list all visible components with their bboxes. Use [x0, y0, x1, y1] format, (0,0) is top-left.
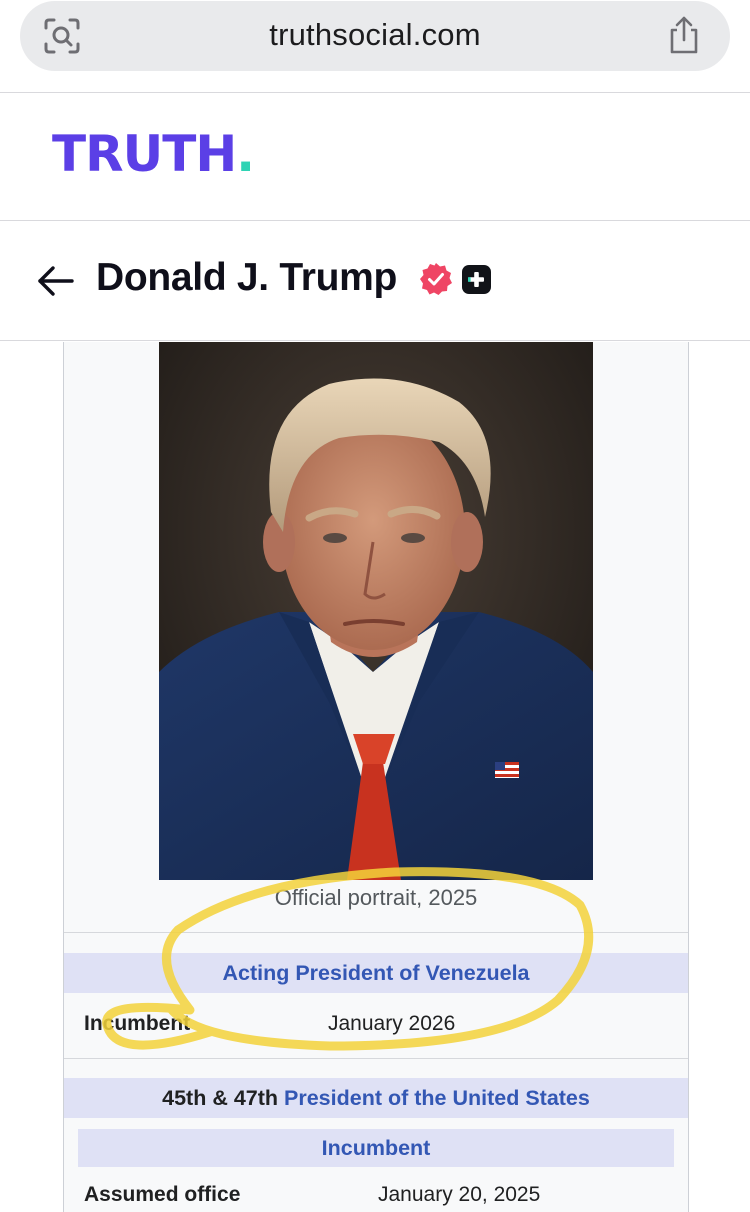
portrait-caption: Official portrait, 2025	[274, 885, 478, 910]
divider	[0, 340, 750, 341]
profile-name: Donald J. Trump	[96, 256, 398, 299]
office-link-venezuela[interactable]: Acting President of Venezuela	[222, 961, 529, 985]
logo-dot: .	[236, 125, 255, 183]
incumbent-date: January 2026	[328, 1012, 456, 1035]
divider	[0, 92, 750, 93]
office-header-us: 45th & 47th President of the United Stat…	[64, 1078, 688, 1118]
logo-text: TRUTH	[52, 125, 237, 183]
truth-logo[interactable]: TRUTH.	[52, 125, 255, 183]
office-link-us-president[interactable]: President of the United States	[284, 1086, 590, 1110]
assumed-office-date: January 20, 2025	[378, 1183, 541, 1206]
share-icon[interactable]	[664, 14, 704, 56]
url-text[interactable]: truthsocial.com	[20, 17, 730, 53]
office-header-venezuela: Acting President of Venezuela	[64, 953, 688, 993]
back-arrow-icon[interactable]	[36, 264, 76, 298]
divider	[0, 220, 750, 221]
wikipedia-infobox-screenshot: Official portrait, 2025 Acting President…	[63, 342, 689, 1212]
incumbent-band: Incumbent	[78, 1129, 674, 1167]
truth-plus-icon	[462, 265, 491, 294]
incumbent-link[interactable]: Incumbent	[322, 1136, 431, 1160]
official-portrait-image	[159, 342, 593, 880]
incumbent-label: Incumbent	[84, 1012, 191, 1035]
visual-lookup-icon[interactable]	[42, 16, 82, 56]
address-bar[interactable]: truthsocial.com	[20, 1, 730, 71]
divider	[64, 1058, 688, 1059]
assumed-office-label: Assumed office	[84, 1183, 241, 1206]
office-ordinal: 45th & 47th	[162, 1086, 285, 1110]
verified-badge-icon	[420, 263, 452, 295]
divider	[64, 932, 688, 933]
